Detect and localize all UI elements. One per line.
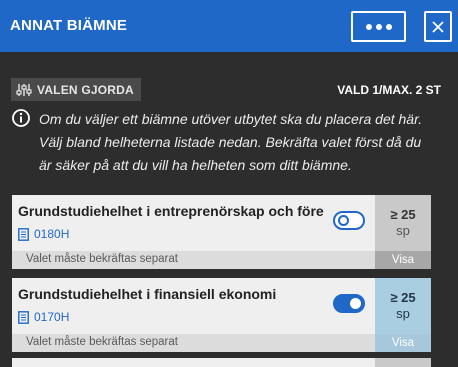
more-options-button[interactable] — [351, 11, 406, 42]
credits-box: ≥ 25 sp — [375, 195, 431, 251]
ellipsis-dot — [375, 23, 382, 30]
info-text: Om du väljer ett biämne utöver utbytet s… — [39, 111, 423, 173]
modal-title: ANNAT BIÄMNE — [10, 17, 128, 34]
module-title: Grundstudiehelhet i finansiell ekonomi — [18, 286, 277, 302]
toggle-knob — [350, 298, 361, 309]
card-footer: Valet måste bekräftas separat Visa — [12, 251, 431, 269]
select-toggle[interactable] — [333, 294, 365, 313]
status-badge: VALEN GJORDA — [11, 78, 141, 101]
card-footer: Valet måste bekräftas separat Visa — [12, 334, 431, 352]
study-module-card[interactable]: Grundstudiehelhet i finansiell ekonomi 0… — [12, 278, 431, 352]
document-icon — [18, 310, 29, 324]
credits-unit: sp — [396, 223, 410, 238]
study-module-card[interactable]: Grundstudiehelhet i entreprenörskap och … — [12, 195, 431, 269]
module-code-text: 0170H — [34, 310, 70, 324]
module-code: 0180H — [18, 226, 69, 242]
credits-box: ≥ 25 sp — [375, 278, 431, 334]
credits-value: ≥ 25 — [390, 290, 416, 305]
close-icon — [432, 20, 444, 33]
confirmation-note: Valet måste bekräftas separat — [26, 336, 178, 348]
study-module-card-partial[interactable] — [12, 358, 431, 367]
status-badge-label: VALEN GJORDA — [37, 82, 134, 97]
credits-value: ≥ 25 — [390, 207, 416, 222]
ellipsis-icon — [365, 23, 372, 30]
credits-box-partial — [375, 358, 431, 367]
module-code-text: 0180H — [34, 227, 70, 241]
show-button[interactable]: Visa — [375, 251, 431, 269]
selection-status: VALEN GJORDA VALD 1/MAX. 2 ST — [11, 78, 441, 102]
module-title: Grundstudiehelhet i entreprenörskap och … — [18, 203, 324, 219]
modal-header: ANNAT BIÄMNE — [0, 0, 458, 52]
ellipsis-dot — [385, 23, 392, 30]
module-code: 0170H — [18, 309, 69, 325]
close-button[interactable] — [424, 11, 452, 42]
confirmation-note: Valet måste bekräftas separat — [26, 253, 178, 265]
select-toggle[interactable] — [333, 211, 365, 230]
toggle-knob — [338, 215, 349, 226]
info-icon — [12, 109, 30, 127]
selection-count: VALD 1/MAX. 2 ST — [337, 83, 441, 97]
sliders-icon — [16, 83, 32, 96]
document-icon — [18, 227, 29, 241]
credits-unit: sp — [396, 306, 410, 321]
show-button[interactable]: Visa — [375, 334, 431, 352]
